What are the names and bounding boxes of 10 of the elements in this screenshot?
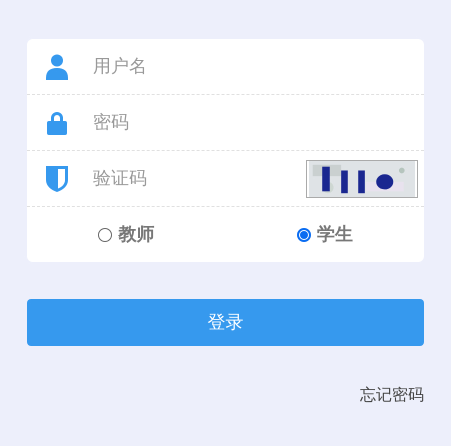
role-radio[interactable]: 学生 [296,221,353,248]
user-icon [46,54,68,80]
password-field[interactable]: 密码 [93,104,406,140]
captcha-field[interactable]: 验证码 [93,160,306,196]
username-field[interactable]: 用户名 [93,48,406,84]
forgot-password-link[interactable]: 忘记密码 [360,384,424,408]
role-radio[interactable]: 教师 [98,221,154,248]
login-button[interactable]: 登录 [27,299,424,346]
shield-icon [46,166,68,192]
lock-icon [47,110,67,134]
